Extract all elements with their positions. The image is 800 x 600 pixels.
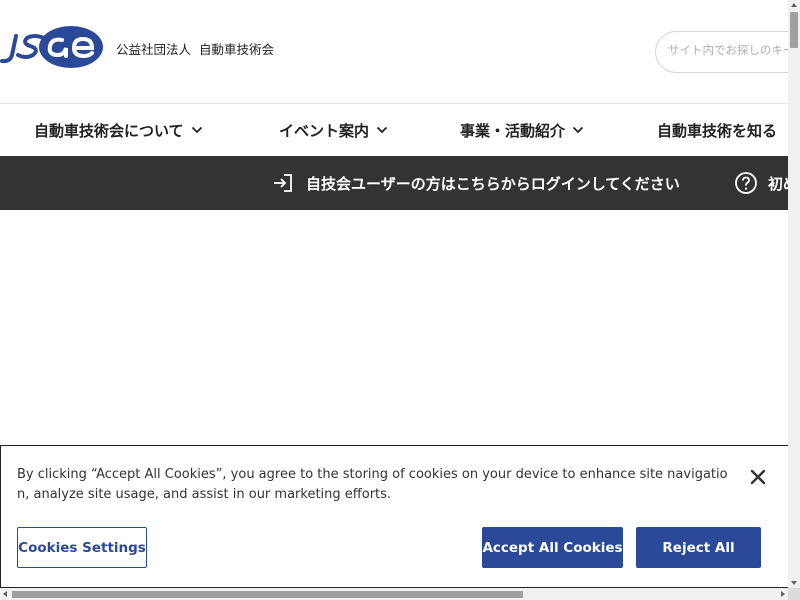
cookie-text: By clicking “Accept All Cookies”, you ag… — [17, 467, 728, 502]
page-viewport: 公益社団法人自動車技術会 自動車技術会について イベント案内 事業・活動紹介 自… — [0, 0, 788, 588]
login-bar: 自技会ユーザーの方はこちらからログインしてください 初めての方へ — [0, 156, 788, 210]
search-input[interactable] — [668, 43, 788, 57]
help-circle-icon — [735, 172, 757, 194]
scrollbar-corner — [788, 588, 800, 600]
main-nav: 自動車技術会について イベント案内 事業・活動紹介 自動車技術を知る — [0, 104, 788, 156]
site-header: 公益社団法人 自動車技術会 — [0, 0, 788, 104]
jsae-logo-icon[interactable] — [0, 24, 106, 70]
chevron-down-icon — [191, 126, 202, 134]
org-type-label: 公益社団法人 — [116, 42, 192, 57]
scroll-up-arrow-icon[interactable] — [791, 3, 797, 7]
close-icon[interactable] — [747, 466, 769, 488]
scroll-right-arrow-icon[interactable] — [781, 591, 785, 597]
scroll-left-arrow-icon[interactable] — [3, 591, 7, 597]
scroll-down-arrow-icon[interactable] — [791, 581, 797, 585]
vertical-scroll-thumb[interactable] — [790, 12, 798, 48]
beginner-link[interactable]: 初めての方へ — [734, 156, 788, 210]
chevron-down-icon — [376, 126, 388, 134]
nav-item-events[interactable]: イベント案内 — [279, 104, 388, 156]
horizontal-scrollbar[interactable] — [0, 588, 788, 600]
reject-all-button[interactable]: Reject All — [636, 527, 761, 568]
beginner-text: 初めての方へ — [768, 174, 788, 193]
login-text: 自技会ユーザーの方はこちらからログインしてください — [306, 174, 680, 193]
nav-item-activities[interactable]: 事業・活動紹介 — [460, 104, 584, 156]
search-box[interactable] — [655, 31, 788, 73]
login-link[interactable]: 自技会ユーザーの方はこちらからログインしてください — [272, 156, 680, 210]
accept-all-cookies-button[interactable]: Accept All Cookies — [482, 527, 623, 568]
cookie-banner: By clicking “Accept All Cookies”, you ag… — [0, 445, 788, 588]
nav-item-label: 事業・活動紹介 — [460, 121, 566, 140]
org-name-label: 自動車技術会 — [199, 42, 275, 57]
nav-item-label: 自動車技術会について — [34, 121, 184, 140]
nav-item-learn[interactable]: 自動車技術を知る — [657, 104, 777, 156]
horizontal-scroll-thumb[interactable] — [12, 591, 523, 598]
organization-name: 公益社団法人 自動車技術会 — [116, 39, 274, 58]
nav-item-label: イベント案内 — [279, 121, 370, 140]
nav-item-about[interactable]: 自動車技術会について — [34, 104, 203, 156]
vertical-scrollbar[interactable] — [788, 0, 800, 588]
chevron-down-icon — [572, 126, 584, 134]
login-icon — [274, 174, 292, 192]
cookies-settings-button[interactable]: Cookies Settings — [17, 527, 147, 568]
nav-item-label: 自動車技術を知る — [657, 121, 778, 140]
